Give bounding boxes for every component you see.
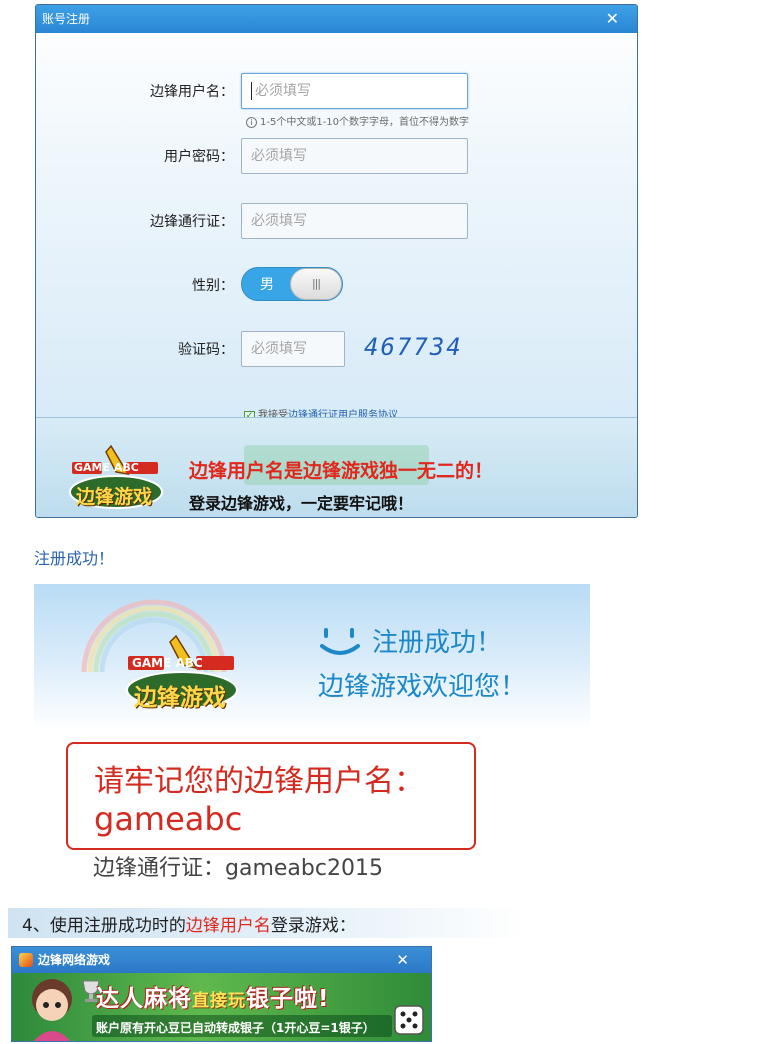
info-icon: i <box>246 117 257 128</box>
game-window-titlebar: 边锋网络游戏 ✕ <box>12 947 431 973</box>
logo-text-top: GAME ABC <box>74 461 139 474</box>
registered-username: gameabc <box>94 800 243 838</box>
banner-headline: 边锋用户名是边锋游戏独一无二的！ <box>189 460 494 482</box>
passport-placeholder: 必须填写 <box>251 213 307 229</box>
gender-toggle[interactable]: 男 ||| <box>241 267 343 301</box>
passport-label: 边锋通行证： <box>150 214 234 230</box>
success-panel: GAME ABC 边锋游戏 注册成功！ 边锋游戏欢迎您！ <box>34 584 590 730</box>
gender-label: 性别： <box>192 278 234 294</box>
step-4-suffix: 登录游戏： <box>270 916 356 936</box>
username-label: 边锋用户名： <box>150 84 234 100</box>
success-title: 注册成功！ <box>372 628 503 658</box>
dialog-banner: GAME ABC 边锋游戏 边锋用户名是边锋游戏独一无二的！ 登录边锋游戏，一定… <box>36 417 637 517</box>
ad-title-c: 银子啦! <box>246 986 330 1012</box>
ad-title-a: 达人麻将 <box>96 986 192 1012</box>
dice-icon <box>394 1005 424 1035</box>
password-input[interactable]: 必须填写 <box>241 138 468 174</box>
close-icon[interactable]: ✕ <box>606 5 619 33</box>
game-window-title: 边锋网络游戏 <box>38 953 111 967</box>
captcha-input[interactable]: 必须填写 <box>241 331 345 367</box>
ad-headline: 达人麻将直接玩银子啦! <box>96 979 330 1013</box>
username-placeholder: 必须填写 <box>255 83 311 99</box>
logo-text-main: 边锋游戏 <box>134 685 226 711</box>
dialog-titlebar: 账号注册 ✕ <box>36 5 637 33</box>
captcha-placeholder: 必须填写 <box>251 341 307 357</box>
captcha-label: 验证码： <box>178 342 234 358</box>
passport-line: 边锋通行证：gameabc2015 <box>93 856 383 881</box>
username-hint: i 1-5个中文或1-10个数字字母，首位不得为数字 <box>246 113 469 128</box>
success-caption: 注册成功！ <box>34 549 115 568</box>
logo-text-main: 边锋游戏 <box>76 486 153 508</box>
password-placeholder: 必须填写 <box>251 148 307 164</box>
close-icon[interactable]: ✕ <box>396 947 409 973</box>
step-4-prefix: 4、使用注册成功时的 <box>22 916 186 936</box>
ad-subline: 账户原有开心豆已自动转成银子（1开心豆=1银子） <box>96 1021 375 1035</box>
gender-value: 男 <box>260 277 274 293</box>
register-dialog: 账号注册 ✕ 边锋用户名： 必须填写 i 1-5个中文或1-10个数字字母，首位不… <box>35 4 638 518</box>
gameabc-logo-large: GAME ABC 边锋游戏 <box>122 634 242 714</box>
ad-title-b: 直接玩 <box>192 991 246 1011</box>
remember-username-box: 请牢记您的边锋用户名： gameabc <box>66 742 476 850</box>
game-login-window: 边锋网络游戏 ✕ 达人麻将直接玩银子啦! 账户原有开心豆已自动转成银子（1开心豆… <box>11 946 432 1042</box>
gameabc-logo: GAME ABC 边锋游戏 <box>66 444 166 514</box>
step-4-highlight: 边锋用户名 <box>185 916 271 936</box>
username-hint-text: 1-5个中文或1-10个数字字母，首位不得为数字 <box>260 117 470 128</box>
step-4-heading: 4、使用注册成功时的边锋用户名登录游戏： <box>8 908 528 938</box>
captcha-image[interactable]: 467734 <box>364 333 463 361</box>
banner-subline: 登录边锋游戏，一定要牢记哦！ <box>189 494 414 513</box>
password-label: 用户密码： <box>164 149 234 165</box>
mahjong-ad-banner[interactable]: 达人麻将直接玩银子啦! 账户原有开心豆已自动转成银子（1开心豆=1银子） <box>12 973 431 1041</box>
logo-text-top: GAME ABC <box>132 656 203 670</box>
step-4-text: 4、使用注册成功时的边锋用户名登录游戏： <box>22 911 356 936</box>
toggle-grip-icon[interactable]: ||| <box>290 268 342 300</box>
app-icon <box>19 953 33 967</box>
username-input[interactable]: 必须填写 <box>241 73 468 109</box>
passport-input[interactable]: 必须填写 <box>241 203 468 239</box>
smile-icon <box>320 628 360 655</box>
remember-label: 请牢记您的边锋用户名： <box>94 764 424 799</box>
text-caret <box>251 82 252 100</box>
dialog-title: 账号注册 <box>42 12 91 26</box>
success-welcome: 边锋游戏欢迎您！ <box>318 672 527 702</box>
